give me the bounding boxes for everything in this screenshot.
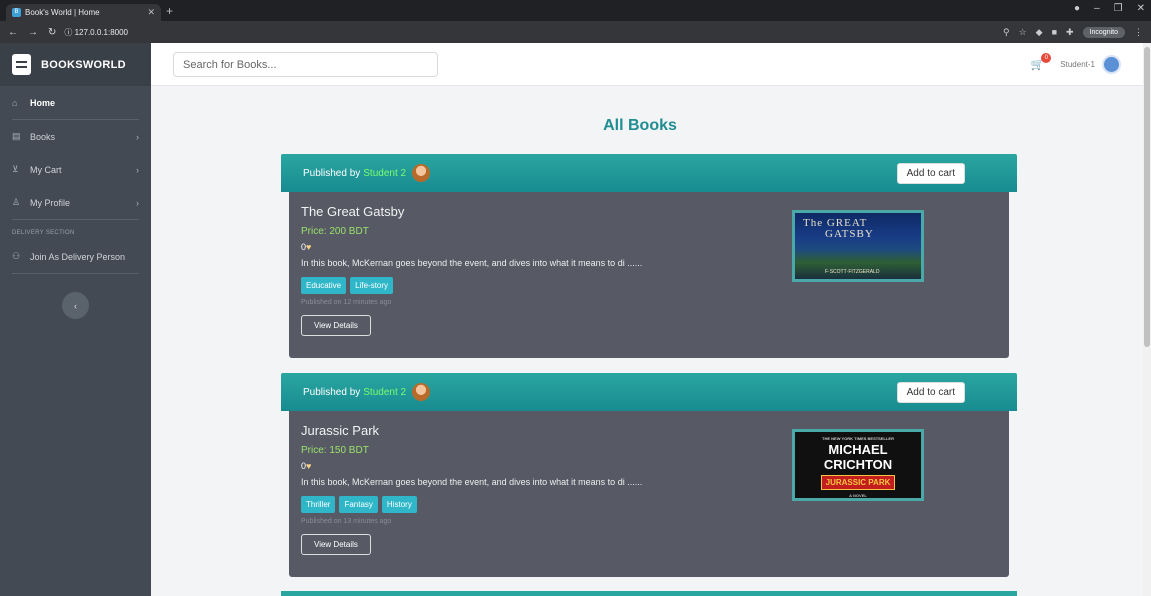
sidebar-item-delivery[interactable]: ⚇ Join As Delivery Person xyxy=(0,240,151,273)
sidebar-item-label: Home xyxy=(30,97,56,108)
divider xyxy=(12,273,139,274)
sidebar-section-heading: DELIVERY SECTION xyxy=(12,230,75,236)
tab-title: Book's World | Home xyxy=(25,8,100,17)
view-details-button[interactable]: View Details xyxy=(301,315,371,336)
sidebar-item-my-profile[interactable]: ♙ My Profile › xyxy=(0,186,151,219)
book-icon: ▤ xyxy=(12,131,21,141)
published-time: Published on 13 minutes ago xyxy=(301,518,392,525)
cover-author-line1: MICHAEL xyxy=(828,442,888,457)
user-icon: ♙ xyxy=(12,197,21,207)
cover-subtitle: A NOVEL xyxy=(849,493,867,498)
book-cover-image[interactable]: THE NEW YORK TIMES BESTSELLER MICHAEL CR… xyxy=(792,429,924,501)
publisher-avatar xyxy=(412,164,431,182)
book-cover-image[interactable]: The GREAT GATSBY F·SCOTT·FITZGERALD xyxy=(792,210,924,282)
add-to-cart-button[interactable]: Add to cart xyxy=(896,381,965,403)
scrollbar-thumb[interactable] xyxy=(1144,47,1150,347)
url-field[interactable]: ⓘ 127.0.0.1:8000 xyxy=(64,27,128,38)
sidebar-item-books[interactable]: ▤ Books › xyxy=(0,120,151,153)
bookmark-star-icon[interactable]: ☆ xyxy=(1019,27,1027,38)
restore-icon[interactable]: ❐ xyxy=(1114,3,1123,14)
add-to-cart-button[interactable]: Add to cart xyxy=(896,162,965,184)
new-tab-icon[interactable]: + xyxy=(166,4,173,18)
sidebar-toggle-button[interactable]: ‹ xyxy=(62,292,89,319)
logo-icon xyxy=(12,54,31,75)
published-time: Published on 12 minutes ago xyxy=(301,299,392,306)
favicon-icon: B xyxy=(12,8,21,17)
menu-icon[interactable]: ⋮ xyxy=(1134,27,1143,38)
publisher-avatar xyxy=(412,383,431,401)
minimize-icon[interactable]: – xyxy=(1094,3,1100,14)
sidebar-item-home[interactable]: ⌂ Home xyxy=(0,86,151,119)
window-controls: ● – ❐ ✕ xyxy=(1074,3,1145,14)
sidebar-item-my-cart[interactable]: ⊻ My Cart › xyxy=(0,153,151,186)
book-card-header xyxy=(281,591,1017,596)
chevron-right-icon: › xyxy=(136,131,139,142)
brand-name: BOOKSWORLD xyxy=(41,58,126,71)
published-by-label: Published by xyxy=(303,386,361,398)
avatar[interactable] xyxy=(1102,55,1121,74)
publisher-link[interactable]: Student 2 xyxy=(363,168,406,179)
bicycle-icon: ⚇ xyxy=(12,251,21,261)
zoom-icon[interactable]: ⚲ xyxy=(1003,27,1010,38)
back-icon[interactable]: ← xyxy=(8,27,18,38)
address-bar: ← → ↻ ⓘ 127.0.0.1:8000 ⚲ ☆ ◆ ■ ✚ Incogni… xyxy=(0,21,1151,43)
view-details-button[interactable]: View Details xyxy=(301,534,371,555)
user-area: 🛒 0 Student-1 xyxy=(1031,53,1121,74)
heart-icon[interactable]: ♥ xyxy=(306,242,311,252)
search-input[interactable] xyxy=(173,52,438,77)
book-card-header: Published by Student 2 Add to cart xyxy=(281,154,1017,192)
scrollbar[interactable] xyxy=(1143,43,1151,596)
close-window-icon[interactable]: ✕ xyxy=(1137,3,1145,14)
cart-count-badge: 0 xyxy=(1041,53,1052,63)
extension-icon[interactable]: ■ xyxy=(1052,27,1057,37)
username[interactable]: Student-1 xyxy=(1060,60,1095,69)
chevron-right-icon: › xyxy=(136,197,139,208)
browser-tab[interactable]: B Book's World | Home ✕ xyxy=(6,4,161,21)
page-title: All Books xyxy=(603,117,677,134)
tab-close-icon[interactable]: ✕ xyxy=(147,7,155,18)
cart-icon: ⊻ xyxy=(12,164,19,174)
forward-icon[interactable]: → xyxy=(28,27,38,38)
home-icon: ⌂ xyxy=(12,97,18,108)
incognito-badge[interactable]: Incognito xyxy=(1082,26,1125,38)
browser-tab-bar: B Book's World | Home ✕ + ● – ❐ ✕ xyxy=(0,0,1151,21)
chevron-left-icon: ‹ xyxy=(74,300,77,311)
cover-tagline: THE NEW YORK TIMES BESTSELLER xyxy=(822,436,894,441)
publisher-link[interactable]: Student 2 xyxy=(363,387,406,398)
tag[interactable]: Life-story xyxy=(350,277,394,294)
sidebar-item-label: Books xyxy=(30,131,56,142)
published-by-label: Published by xyxy=(303,167,361,179)
puzzle-icon[interactable]: ✚ xyxy=(1066,27,1074,38)
sidebar-item-label: My Profile xyxy=(30,197,71,208)
sidebar: BOOKSWORLD ⌂ Home ▤ Books › ⊻ My Cart › … xyxy=(0,43,151,596)
reload-icon[interactable]: ↻ xyxy=(48,27,56,38)
cover-author-line2: CRICHTON xyxy=(823,457,893,472)
cart-button[interactable]: 🛒 0 xyxy=(1031,53,1052,71)
topbar: 🛒 0 Student-1 xyxy=(151,43,1151,86)
book-card-body: Jurassic Park Price: 150 BDT 0♥ In this … xyxy=(289,411,1009,577)
chevron-right-icon: › xyxy=(136,164,139,175)
sidebar-item-label: Join As Delivery Person xyxy=(30,251,126,262)
cover-author: F·SCOTT·FITZGERALD xyxy=(825,269,880,275)
book-card-header: Published by Student 2 Add to cart xyxy=(281,373,1017,411)
brand[interactable]: BOOKSWORLD xyxy=(0,43,151,86)
heart-icon[interactable]: ♥ xyxy=(306,461,311,471)
cover-title-line2: GATSBY xyxy=(825,228,874,240)
extension-icon[interactable]: ◆ xyxy=(1036,27,1043,38)
cover-title: JURASSIC PARK xyxy=(820,475,896,490)
tag[interactable]: History xyxy=(381,496,417,513)
tag[interactable]: Fantasy xyxy=(339,496,378,513)
book-card-body: The Great Gatsby Price: 200 BDT 0♥ In th… xyxy=(289,192,1009,358)
book-card: Published by Student 2 Add to cart The G… xyxy=(281,154,1017,358)
sidebar-item-label: My Cart xyxy=(30,164,62,175)
tag[interactable]: Educative xyxy=(301,277,347,294)
book-card: Published by Student 2 Add to cart Juras… xyxy=(281,373,1017,577)
profile-icon[interactable]: ● xyxy=(1074,3,1080,14)
tag[interactable]: Thriller xyxy=(301,496,336,513)
